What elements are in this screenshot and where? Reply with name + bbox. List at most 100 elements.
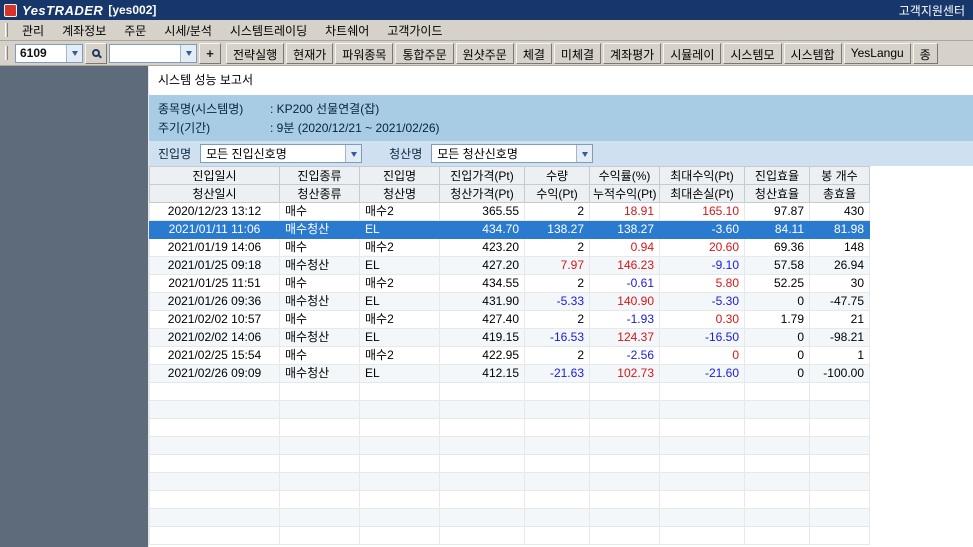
chevron-down-icon[interactable] [66, 45, 82, 62]
strategy-combo[interactable] [109, 44, 197, 63]
menu-item-6[interactable]: 고객가이드 [378, 20, 451, 41]
toolbar-button-8[interactable]: 시뮬레이 [663, 43, 721, 64]
table-cell: 427.20 [440, 257, 525, 275]
chevron-down-icon[interactable] [576, 145, 592, 162]
toolbar-button-0[interactable]: 전략실행 [226, 43, 284, 64]
menu-item-5[interactable]: 차트쉐어 [316, 20, 378, 41]
empty-cell [810, 509, 870, 527]
table-row[interactable]: 2020/12/23 13:12매수매수2365.55218.91165.109… [150, 203, 870, 221]
table-cell: EL [360, 221, 440, 239]
toolbar-button-4[interactable]: 원샷주문 [456, 43, 514, 64]
toolbar-button-1[interactable]: 현재가 [286, 43, 333, 64]
table-cell: 매수 [280, 239, 360, 257]
empty-cell [280, 401, 360, 419]
table-row[interactable]: 2021/01/25 11:51매수매수2434.552-0.615.8052.… [150, 275, 870, 293]
empty-cell [660, 473, 745, 491]
empty-cell [360, 455, 440, 473]
table-cell: -47.75 [810, 293, 870, 311]
toolbar-button-5[interactable]: 체결 [516, 43, 552, 64]
chevron-down-icon[interactable] [180, 45, 196, 62]
table-row[interactable]: 2021/02/02 14:06매수청산EL419.15-16.53124.37… [150, 329, 870, 347]
table-cell: 21 [810, 311, 870, 329]
toolbar-grip-icon[interactable] [5, 46, 8, 60]
table-row[interactable]: 2021/02/25 15:54매수매수2422.952-2.56001 [150, 347, 870, 365]
table-cell: -5.33 [525, 293, 590, 311]
app-title: YesTRADER [22, 3, 103, 18]
table-cell: 매수2 [360, 347, 440, 365]
add-button[interactable]: + [199, 43, 221, 64]
empty-cell [660, 527, 745, 545]
empty-cell [150, 401, 280, 419]
symbol-code-combo[interactable]: 6109 [15, 44, 83, 63]
table-cell: 매수청산 [280, 365, 360, 383]
toolbar-button-12[interactable]: 종 [913, 43, 938, 64]
empty-cell [525, 383, 590, 401]
empty-cell [360, 437, 440, 455]
menu-item-2[interactable]: 주문 [115, 20, 155, 41]
column-header: 수익(Pt) [525, 185, 590, 203]
exit-filter-select[interactable]: 모든 청산신호명 [431, 144, 593, 163]
empty-cell [525, 401, 590, 419]
empty-cell [590, 437, 660, 455]
menu-item-1[interactable]: 계좌정보 [53, 20, 115, 41]
table-row[interactable]: 2021/02/02 10:57매수매수2427.402-1.930.301.7… [150, 311, 870, 329]
column-header: 총효율 [810, 185, 870, 203]
table-cell: 2021/02/02 10:57 [150, 311, 280, 329]
table-row[interactable]: 2021/02/26 09:09매수청산EL412.15-21.63102.73… [150, 365, 870, 383]
menu-grip-icon[interactable] [5, 23, 8, 37]
table-cell: -98.21 [810, 329, 870, 347]
table-cell: 7.97 [525, 257, 590, 275]
empty-row [150, 401, 870, 419]
toolbar-button-6[interactable]: 미체결 [554, 43, 601, 64]
table-cell: -100.00 [810, 365, 870, 383]
table-cell: EL [360, 293, 440, 311]
menu-bar: 관리계좌정보주문시세/분석시스템트레이딩차트쉐어고객가이드 [0, 20, 973, 41]
table-cell: -16.53 [525, 329, 590, 347]
entry-filter-select[interactable]: 모든 진입신호명 [200, 144, 362, 163]
empty-cell [590, 527, 660, 545]
table-cell: 2 [525, 311, 590, 329]
search-icon [92, 49, 100, 57]
menu-item-3[interactable]: 시세/분석 [155, 20, 221, 41]
table-cell: 매수 [280, 275, 360, 293]
toolbar-button-11[interactable]: YesLangu [844, 43, 911, 64]
table-row[interactable]: 2021/01/11 11:06매수청산EL434.70138.27138.27… [150, 221, 870, 239]
empty-cell [660, 491, 745, 509]
table-cell: 124.37 [590, 329, 660, 347]
search-button[interactable] [85, 43, 107, 64]
empty-cell [810, 401, 870, 419]
toolbar-button-3[interactable]: 통합주문 [395, 43, 453, 64]
empty-row [150, 527, 870, 545]
column-header: 청산명 [360, 185, 440, 203]
table-cell: -2.56 [590, 347, 660, 365]
empty-cell [745, 491, 810, 509]
menu-item-4[interactable]: 시스템트레이딩 [221, 20, 316, 41]
empty-cell [440, 455, 525, 473]
toolbar-button-2[interactable]: 파워종목 [335, 43, 393, 64]
info-row-period: 주기(기간) : 9분 (2020/12/21 ~ 2021/02/26) [158, 118, 973, 137]
table-cell: 18.91 [590, 203, 660, 221]
empty-cell [745, 419, 810, 437]
table-cell: 138.27 [590, 221, 660, 239]
table-cell: -21.60 [660, 365, 745, 383]
table-cell: 0.94 [590, 239, 660, 257]
table-cell: 1 [810, 347, 870, 365]
table-row[interactable]: 2021/01/25 09:18매수청산EL427.207.97146.23-9… [150, 257, 870, 275]
column-header: 봉 개수 [810, 167, 870, 185]
table-row[interactable]: 2021/01/19 14:06매수매수2423.2020.9420.6069.… [150, 239, 870, 257]
column-header: 진입명 [360, 167, 440, 185]
chevron-down-icon[interactable] [345, 145, 361, 162]
chevron-down-icon [72, 51, 78, 59]
support-center-link[interactable]: 고객지원센터 [899, 2, 965, 19]
empty-cell [590, 509, 660, 527]
empty-cell [150, 383, 280, 401]
toolbar-button-7[interactable]: 계좌평가 [603, 43, 661, 64]
empty-cell [440, 419, 525, 437]
column-header: 청산일시 [150, 185, 280, 203]
empty-cell [360, 509, 440, 527]
column-header: 최대수익(Pt) [660, 167, 745, 185]
toolbar-button-9[interactable]: 시스템모 [723, 43, 781, 64]
toolbar-button-10[interactable]: 시스템합 [784, 43, 842, 64]
table-row[interactable]: 2021/01/26 09:36매수청산EL431.90-5.33140.90-… [150, 293, 870, 311]
menu-item-0[interactable]: 관리 [13, 20, 53, 41]
